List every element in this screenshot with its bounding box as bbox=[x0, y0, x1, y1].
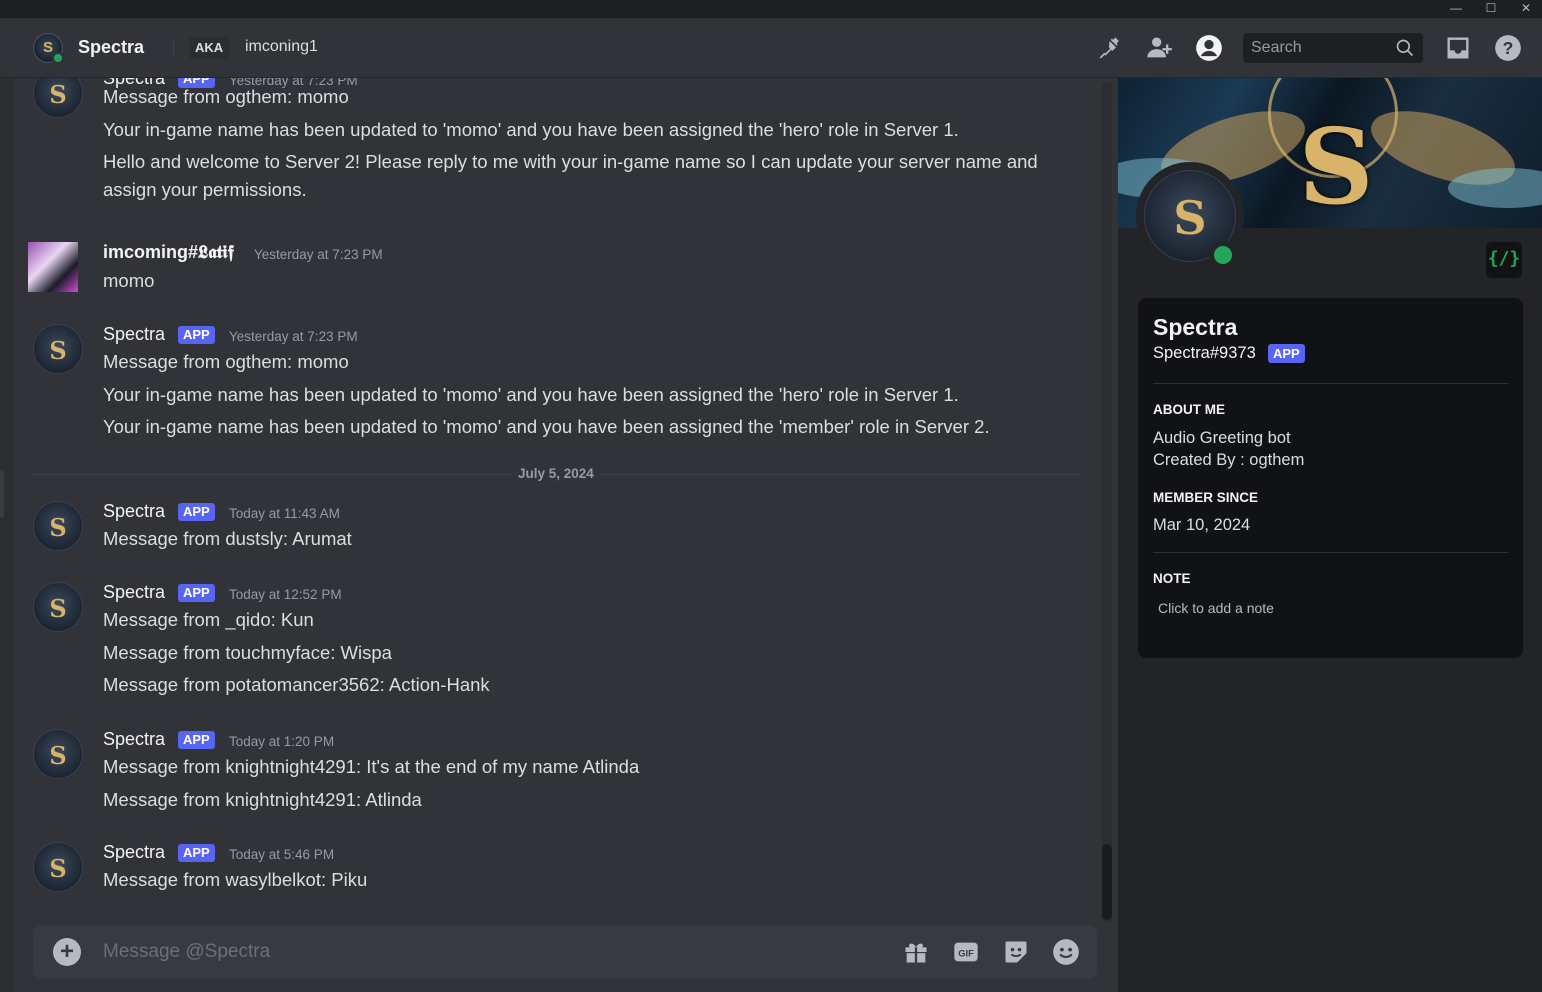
about-me-line: Created By : ogthem bbox=[1153, 451, 1305, 469]
message-line: Your in-game name has been updated to 'm… bbox=[103, 119, 959, 140]
message-line: Message from knightnight4291: Atlinda bbox=[103, 789, 422, 810]
message-author[interactable]: Spectra bbox=[103, 582, 165, 603]
app-badge: APP bbox=[178, 503, 215, 521]
note-heading: NOTE bbox=[1153, 571, 1191, 586]
minimize-button[interactable]: — bbox=[1441, 0, 1471, 18]
message-timestamp: Yesterday at 7:23 PM bbox=[254, 247, 383, 262]
message-author[interactable]: Spectra bbox=[103, 842, 165, 863]
message-line: Message from touchmyface: Wispa bbox=[103, 642, 392, 663]
message-composer: + GIF bbox=[33, 925, 1097, 979]
server-rail-edge bbox=[0, 78, 14, 992]
message-timestamp: Today at 5:46 PM bbox=[229, 847, 335, 862]
message-author[interactable]: Spectra bbox=[103, 324, 165, 345]
online-status-icon bbox=[52, 52, 64, 64]
message-line: Hello and welcome to Server 2! Please re… bbox=[103, 151, 1038, 200]
message-line: Message from ogthem: momo bbox=[103, 351, 349, 372]
online-status-icon bbox=[1209, 241, 1237, 269]
message-line: Message from dustsly: Arumat bbox=[103, 528, 352, 549]
about-me-line: Audio Greeting bot bbox=[1153, 429, 1291, 447]
banner-emblem: S bbox=[1298, 105, 1374, 228]
app-badge: APP bbox=[178, 731, 215, 749]
avatar-letter: S bbox=[49, 854, 67, 883]
message-author[interactable]: imcoming#𝕷𝖆𝖙𝖎𝖋 bbox=[103, 242, 234, 263]
pin-icon[interactable] bbox=[1095, 34, 1123, 62]
avatar[interactable]: S bbox=[33, 78, 83, 118]
message-timestamp: Today at 1:20 PM bbox=[229, 734, 335, 749]
divider bbox=[1153, 552, 1508, 553]
profile-name: Spectra bbox=[1153, 314, 1238, 340]
message-timestamp: Yesterday at 7:23 PM bbox=[229, 329, 358, 344]
message-input[interactable] bbox=[103, 925, 863, 979]
avatar[interactable] bbox=[28, 242, 78, 292]
message-line: Your in-game name has been updated to 'm… bbox=[103, 416, 990, 437]
page-title[interactable]: Spectra bbox=[78, 37, 144, 58]
about-me-heading: ABOUT ME bbox=[1153, 402, 1225, 417]
message-timestamp: Today at 12:52 PM bbox=[229, 587, 342, 602]
banner-cloud-right bbox=[1448, 168, 1542, 208]
date-divider-label: July 5, 2024 bbox=[512, 466, 600, 481]
member-since-heading: MEMBER SINCE bbox=[1153, 490, 1259, 505]
profile-card: Spectra Spectra#9373 APP ABOUT ME Audio … bbox=[1138, 298, 1523, 658]
message-line: Message from ogthem: momo bbox=[103, 86, 349, 107]
message-line: Message from potatomancer3562: Action-Ha… bbox=[103, 674, 490, 695]
plus-icon[interactable]: + bbox=[53, 938, 81, 966]
message-line: Your in-game name has been updated to 'm… bbox=[103, 384, 959, 405]
sticker-icon[interactable] bbox=[1002, 938, 1030, 966]
avatar-letter: S bbox=[49, 513, 67, 542]
help-icon[interactable]: ? bbox=[1494, 34, 1522, 62]
avatar[interactable]: S bbox=[33, 842, 83, 892]
app-badge: APP bbox=[178, 584, 215, 602]
message-timestamp: Today at 11:43 AM bbox=[229, 506, 340, 521]
header-divider bbox=[173, 38, 174, 58]
rail-indicator bbox=[0, 470, 4, 518]
scrollbar-track[interactable] bbox=[1102, 82, 1112, 922]
developer-badge-icon[interactable]: {/} bbox=[1486, 242, 1522, 278]
avatar-letter: S bbox=[49, 80, 67, 109]
profile-toggle-icon[interactable] bbox=[1195, 34, 1223, 62]
app-badge: APP bbox=[1268, 344, 1305, 363]
avatar[interactable]: S bbox=[33, 501, 83, 551]
divider bbox=[1153, 383, 1508, 384]
avatar-letter: S bbox=[49, 336, 67, 365]
search-icon[interactable] bbox=[1395, 38, 1415, 58]
add-friend-icon[interactable] bbox=[1145, 34, 1173, 62]
message-line: Message from knightnight4291: It's at th… bbox=[103, 756, 640, 777]
member-since-date: Mar 10, 2024 bbox=[1153, 516, 1251, 534]
title-bar: — ☐ ✕ bbox=[0, 0, 1542, 18]
search-bar[interactable] bbox=[1243, 33, 1423, 63]
close-button[interactable]: ✕ bbox=[1511, 0, 1541, 18]
gif-label: GIF bbox=[958, 949, 974, 959]
avatar-letter: S bbox=[49, 741, 67, 770]
user-profile-panel: S S {/} Spectra Spectra#9373 APP ABOUT M… bbox=[1118, 78, 1542, 992]
aka-name: imconing1 bbox=[245, 38, 318, 55]
search-input[interactable] bbox=[1243, 33, 1393, 63]
channel-header: S Spectra AKA imconing1 ? bbox=[0, 18, 1542, 78]
inbox-icon[interactable] bbox=[1444, 34, 1472, 62]
scrollbar-thumb[interactable] bbox=[1102, 844, 1112, 920]
gift-icon[interactable] bbox=[902, 938, 930, 966]
message-line: momo bbox=[103, 270, 155, 291]
message-author[interactable]: Spectra bbox=[103, 501, 165, 522]
profile-tag[interactable]: Spectra#9373 bbox=[1153, 344, 1256, 363]
message-line: Message from wasylbelkot: Piku bbox=[103, 869, 368, 890]
aka-label: AKA bbox=[189, 37, 230, 59]
app-badge: APP bbox=[178, 844, 215, 862]
note-input[interactable]: Click to add a note bbox=[1158, 600, 1274, 616]
avatar[interactable]: S bbox=[33, 324, 83, 374]
avatar[interactable]: S bbox=[33, 729, 83, 779]
avatar-letter: S bbox=[1173, 191, 1207, 245]
message-line: Message from _qido: Kun bbox=[103, 609, 314, 630]
app-badge: APP bbox=[178, 326, 215, 344]
gif-icon[interactable]: GIF bbox=[952, 938, 980, 966]
avatar-letter: S bbox=[49, 594, 67, 623]
maximize-button[interactable]: ☐ bbox=[1476, 0, 1506, 18]
avatar[interactable]: S bbox=[33, 582, 83, 632]
message-list[interactable]: S Spectra APP Yesterday at 7:23 PM Messa… bbox=[14, 78, 1118, 992]
svg-text:?: ? bbox=[1503, 38, 1514, 58]
emoji-icon[interactable] bbox=[1052, 938, 1080, 966]
message-author[interactable]: Spectra bbox=[103, 729, 165, 750]
